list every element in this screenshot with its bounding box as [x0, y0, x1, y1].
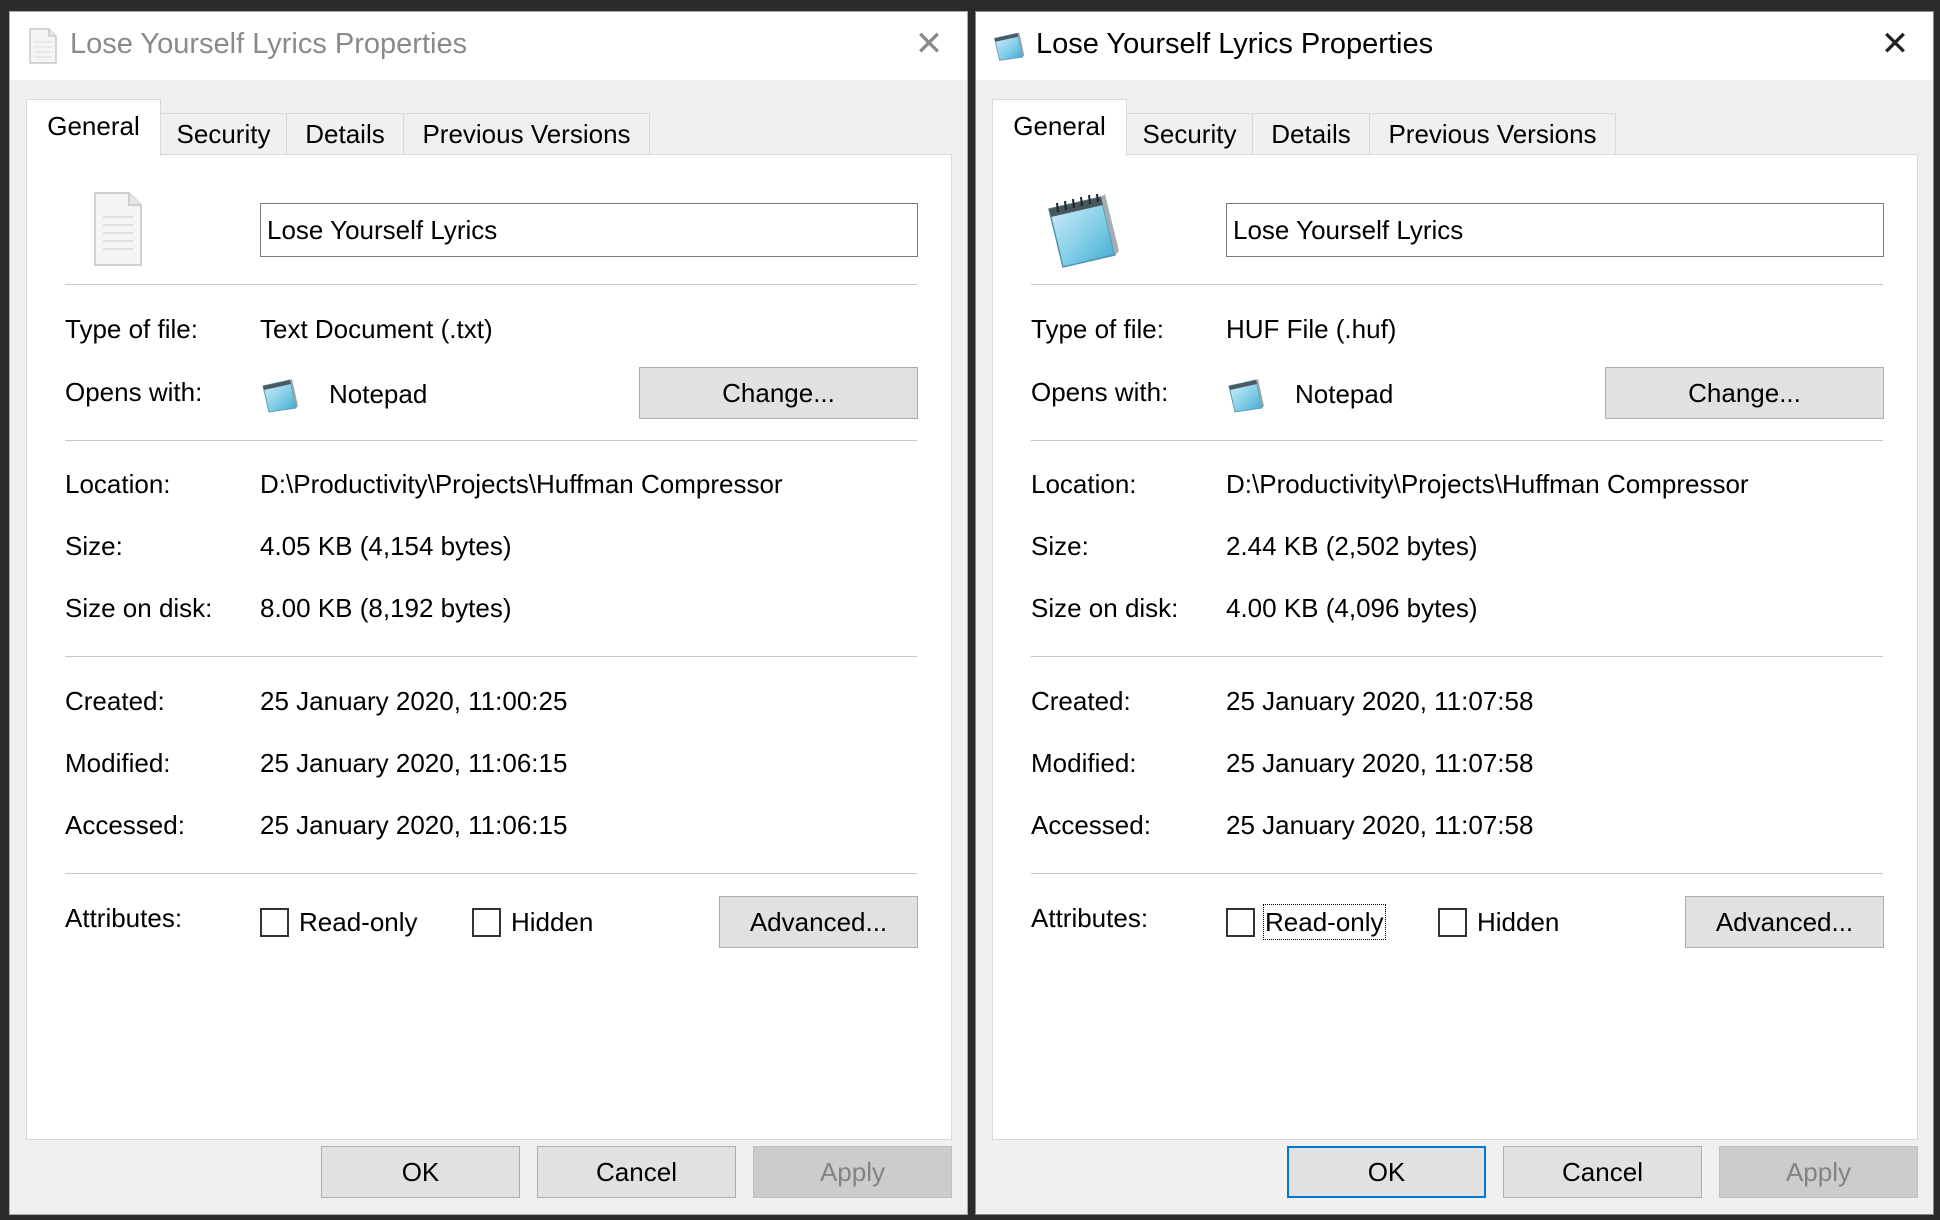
- change-button[interactable]: Change...: [639, 367, 918, 419]
- notepad-icon: [1228, 379, 1264, 413]
- advanced-button[interactable]: Advanced...: [719, 896, 918, 948]
- tab-previous-versions[interactable]: Previous Versions: [403, 113, 650, 155]
- accessed-label: Accessed:: [1031, 810, 1151, 840]
- title-bar: Lose Yourself Lyrics Properties ✕: [10, 12, 967, 80]
- size-on-disk-value: 8.00 KB (8,192 bytes): [260, 593, 512, 623]
- title-bar: Lose Yourself Lyrics Properties ✕: [976, 12, 1933, 80]
- size-label: Size:: [65, 531, 123, 561]
- attributes-label: Attributes:: [1031, 903, 1149, 933]
- created-value: 25 January 2020, 11:07:58: [1226, 686, 1534, 716]
- accessed-label: Accessed:: [65, 810, 185, 840]
- properties-dialog-left: Lose Yourself Lyrics Properties ✕ Genera…: [9, 11, 968, 1215]
- dialog-title: Lose Yourself Lyrics Properties: [70, 28, 468, 60]
- separator: [65, 656, 917, 657]
- ok-button[interactable]: OK: [1287, 1146, 1486, 1198]
- created-label: Created:: [1031, 686, 1131, 716]
- separator: [1031, 440, 1883, 441]
- attributes-label: Attributes:: [65, 903, 183, 933]
- size-on-disk-label: Size on disk:: [65, 593, 213, 623]
- separator: [65, 873, 917, 874]
- file-name-input[interactable]: [1226, 203, 1884, 257]
- change-button[interactable]: Change...: [1605, 367, 1884, 419]
- type-value: HUF File (.huf): [1226, 314, 1397, 344]
- tab-details[interactable]: Details: [1252, 113, 1370, 155]
- modified-value: 25 January 2020, 11:07:58: [1226, 748, 1534, 778]
- dialog-title: Lose Yourself Lyrics Properties: [1036, 28, 1434, 60]
- text-document-icon: [29, 28, 57, 64]
- tab-general[interactable]: General: [26, 99, 161, 156]
- opens-with-label: Opens with:: [1031, 377, 1169, 407]
- general-panel: Type of file: Text Document (.txt) Opens…: [26, 154, 952, 1140]
- cancel-button[interactable]: Cancel: [1503, 1146, 1702, 1198]
- opens-with-value: Notepad: [1295, 379, 1394, 409]
- ok-button[interactable]: OK: [321, 1146, 520, 1198]
- opens-with-label: Opens with:: [65, 377, 203, 407]
- tab-details[interactable]: Details: [286, 113, 404, 155]
- tab-security[interactable]: Security: [1126, 113, 1253, 155]
- general-panel: Type of file: HUF File (.huf) Opens with…: [992, 154, 1918, 1140]
- hidden-label[interactable]: Hidden: [1477, 906, 1559, 938]
- separator: [65, 440, 917, 441]
- tab-general[interactable]: General: [992, 99, 1127, 156]
- size-on-disk-value: 4.00 KB (4,096 bytes): [1226, 593, 1478, 623]
- modified-label: Modified:: [1031, 748, 1137, 778]
- cancel-button[interactable]: Cancel: [537, 1146, 736, 1198]
- location-label: Location:: [65, 469, 171, 499]
- hidden-label[interactable]: Hidden: [511, 906, 593, 938]
- read-only-label[interactable]: Read-only: [299, 906, 418, 938]
- separator: [1031, 873, 1883, 874]
- type-label: Type of file:: [65, 314, 198, 344]
- separator: [1031, 284, 1883, 285]
- separator: [1031, 656, 1883, 657]
- notepad-icon: [262, 379, 298, 413]
- size-label: Size:: [1031, 531, 1089, 561]
- modified-value: 25 January 2020, 11:06:15: [260, 748, 568, 778]
- separator: [65, 284, 917, 285]
- read-only-checkbox[interactable]: [1226, 908, 1255, 937]
- read-only-label[interactable]: Read-only: [1263, 904, 1386, 940]
- accessed-value: 25 January 2020, 11:07:58: [1226, 810, 1534, 840]
- notepad-icon: [994, 32, 1025, 61]
- tab-previous-versions[interactable]: Previous Versions: [1369, 113, 1616, 155]
- apply-button[interactable]: Apply: [1719, 1146, 1918, 1198]
- notepad-icon: [1048, 193, 1119, 268]
- type-value: Text Document (.txt): [260, 314, 493, 344]
- modified-label: Modified:: [65, 748, 171, 778]
- location-label: Location:: [1031, 469, 1137, 499]
- hidden-checkbox[interactable]: [1438, 908, 1467, 937]
- accessed-value: 25 January 2020, 11:06:15: [260, 810, 568, 840]
- size-value: 2.44 KB (2,502 bytes): [1226, 531, 1478, 561]
- file-name-input[interactable]: [260, 203, 918, 257]
- size-value: 4.05 KB (4,154 bytes): [260, 531, 512, 561]
- created-label: Created:: [65, 686, 165, 716]
- text-document-icon: [94, 192, 142, 266]
- type-label: Type of file:: [1031, 314, 1164, 344]
- read-only-checkbox[interactable]: [260, 908, 289, 937]
- properties-dialog-right: Lose Yourself Lyrics Properties ✕ Genera…: [975, 11, 1934, 1215]
- size-on-disk-label: Size on disk:: [1031, 593, 1179, 623]
- advanced-button[interactable]: Advanced...: [1685, 896, 1884, 948]
- location-value: D:\Productivity\Projects\Huffman Compres…: [1226, 469, 1749, 499]
- location-value: D:\Productivity\Projects\Huffman Compres…: [260, 469, 783, 499]
- apply-button[interactable]: Apply: [753, 1146, 952, 1198]
- tab-security[interactable]: Security: [160, 113, 287, 155]
- hidden-checkbox[interactable]: [472, 908, 501, 937]
- close-button[interactable]: ✕: [909, 24, 949, 64]
- close-button[interactable]: ✕: [1875, 24, 1915, 64]
- opens-with-value: Notepad: [329, 379, 428, 409]
- created-value: 25 January 2020, 11:00:25: [260, 686, 568, 716]
